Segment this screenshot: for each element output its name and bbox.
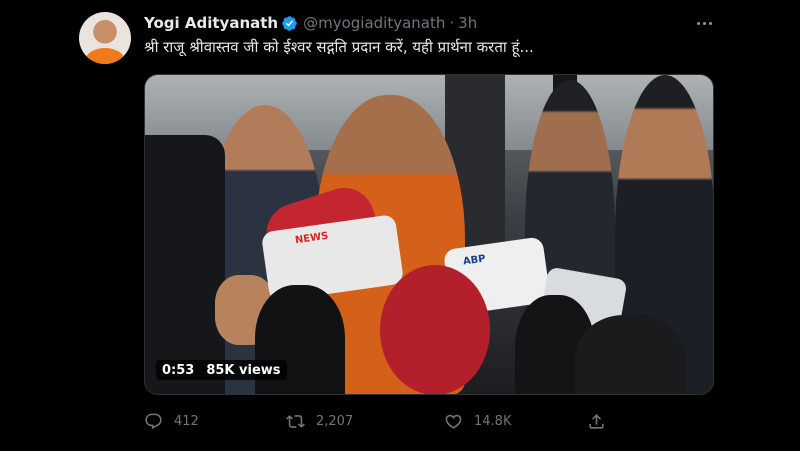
reply-count: 412 xyxy=(174,413,199,429)
like-button[interactable]: 14.8K xyxy=(444,410,511,432)
reply-icon xyxy=(144,412,163,431)
reply-button[interactable]: 412 xyxy=(144,410,199,432)
more-options-icon[interactable] xyxy=(690,12,718,34)
heart-icon xyxy=(444,412,463,431)
tweet-text: श्री राजू श्रीवास्तव जी को ईश्वर सद्गति … xyxy=(144,38,534,56)
video-views: 85K views xyxy=(206,362,281,378)
more-dot xyxy=(708,21,712,25)
more-dot xyxy=(702,21,706,25)
avatar-robe xyxy=(85,48,125,64)
video-frame: NEWS ABP xyxy=(145,75,713,394)
video-foreground-shape xyxy=(145,135,225,394)
author-name[interactable]: Yogi Adityanath xyxy=(144,14,278,32)
tweet-timestamp[interactable]: 3h xyxy=(458,14,477,32)
tweet-header: Yogi Adityanath @myogiadityanath · 3h xyxy=(144,12,477,34)
more-dot xyxy=(696,21,700,25)
avatar[interactable] xyxy=(79,12,131,64)
video-player[interactable]: NEWS ABP xyxy=(144,74,714,395)
verified-badge-icon xyxy=(281,15,298,32)
share-button[interactable] xyxy=(587,410,606,432)
author-handle[interactable]: @myogiadityanath xyxy=(303,14,445,32)
video-duration: 0:53 xyxy=(162,362,195,378)
video-microphone xyxy=(575,315,685,394)
header-separator: · xyxy=(449,14,455,32)
retweet-icon xyxy=(286,412,305,431)
tweet-actions: 412 2,207 14.8K xyxy=(144,410,714,432)
like-count: 14.8K xyxy=(474,413,512,429)
retweet-count: 2,207 xyxy=(316,413,354,429)
share-icon xyxy=(587,412,606,431)
video-duration-badge: 0:53 85K views xyxy=(156,360,287,380)
tweet-card[interactable]: Yogi Adityanath @myogiadityanath · 3h श्… xyxy=(0,0,800,451)
retweet-button[interactable]: 2,207 xyxy=(286,410,353,432)
video-microphone xyxy=(380,265,490,394)
